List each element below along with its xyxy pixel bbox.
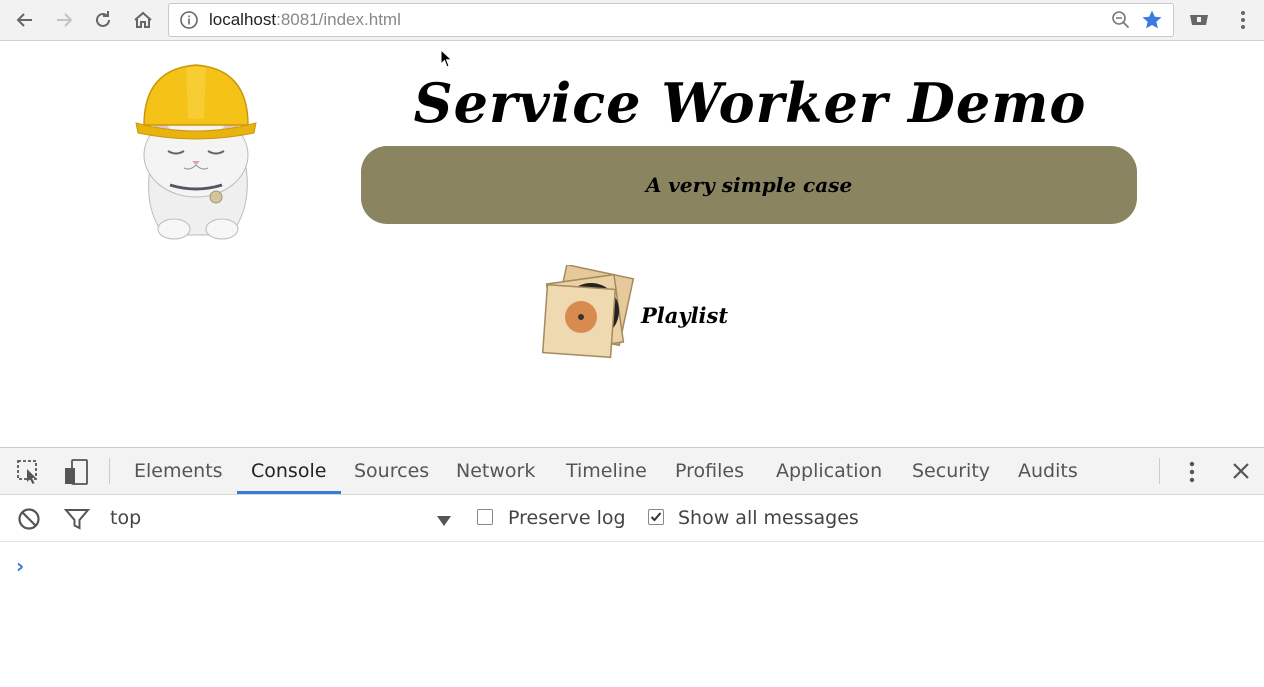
- preserve-log-label: Preserve log: [508, 507, 626, 529]
- back-button[interactable]: [11, 6, 39, 34]
- browser-toolbar: localhost:8081/index.html: [0, 0, 1264, 41]
- devtools-panel: Elements Console Sources Network Timelin…: [0, 447, 1264, 687]
- devtools-close-button[interactable]: [1231, 461, 1251, 485]
- home-button[interactable]: [129, 6, 157, 34]
- toolbar-divider: [109, 458, 110, 484]
- zoom-icon[interactable]: [1109, 8, 1133, 32]
- playlist-link[interactable]: Playlist: [537, 263, 728, 367]
- devtools-menu-button[interactable]: [1189, 461, 1195, 487]
- filter-button[interactable]: [63, 507, 91, 535]
- bookmark-star-icon[interactable]: [1140, 8, 1164, 32]
- tab-sources[interactable]: Sources: [354, 448, 429, 494]
- arrow-left-icon: [16, 13, 32, 27]
- url-path: :8081/index.html: [276, 10, 401, 29]
- tab-elements[interactable]: Elements: [134, 448, 223, 494]
- device-toolbar-button[interactable]: [63, 459, 89, 489]
- home-icon: [134, 11, 152, 28]
- checkmark-icon: [650, 512, 662, 522]
- tab-timeline[interactable]: Timeline: [566, 448, 647, 494]
- inspect-cursor-icon: [17, 460, 37, 484]
- playlist-label: Playlist: [641, 302, 729, 328]
- vinyl-records-icon: [541, 265, 635, 359]
- active-tab-indicator: [237, 491, 341, 494]
- page-subtitle: A very simple case: [645, 173, 853, 197]
- page-viewport: Service Worker Demo A very simple case P…: [0, 41, 1264, 447]
- subtitle-banner: A very simple case: [361, 146, 1137, 224]
- inspect-element-button[interactable]: [16, 459, 42, 489]
- filter-funnel-icon: [63, 509, 91, 530]
- console-prompt[interactable]: ›: [16, 554, 24, 578]
- clear-console-button[interactable]: [17, 507, 41, 535]
- address-bar[interactable]: localhost:8081/index.html: [168, 3, 1174, 37]
- mouse-cursor-icon: [440, 49, 453, 68]
- close-icon: [1233, 463, 1249, 479]
- clear-console-icon: [18, 508, 40, 530]
- preserve-log-checkbox[interactable]: [477, 509, 493, 525]
- show-all-messages-label: Show all messages: [678, 507, 859, 529]
- tab-audits[interactable]: Audits: [1018, 448, 1078, 494]
- forward-button[interactable]: [50, 6, 78, 34]
- page-title: Service Worker Demo: [413, 71, 1087, 135]
- kebab-menu-icon: [1241, 11, 1245, 29]
- browser-menu-button[interactable]: [1229, 6, 1257, 34]
- device-mode-icon: [65, 459, 88, 485]
- dropdown-triangle-icon: [437, 516, 451, 526]
- tab-application[interactable]: Application: [776, 448, 882, 494]
- reload-icon: [96, 11, 110, 27]
- extension-button[interactable]: [1185, 6, 1213, 34]
- tab-console[interactable]: Console: [251, 448, 326, 494]
- devtools-tabbar: Elements Console Sources Network Timelin…: [0, 448, 1264, 495]
- context-selector[interactable]: top: [110, 495, 141, 541]
- url-text: localhost:8081/index.html: [209, 4, 401, 36]
- tab-security[interactable]: Security: [912, 448, 990, 494]
- show-all-messages-checkbox[interactable]: [648, 509, 664, 525]
- context-dropdown-arrow[interactable]: [436, 512, 452, 531]
- tab-network[interactable]: Network: [456, 448, 535, 494]
- url-host: localhost: [209, 10, 277, 29]
- arrow-right-icon: [57, 13, 73, 27]
- console-filter-bar: top Preserve log Show all messages: [0, 495, 1264, 542]
- reload-button[interactable]: [89, 6, 117, 34]
- tab-profiles[interactable]: Profiles: [675, 448, 744, 494]
- cat-hardhat-image: [135, 64, 257, 240]
- extension-icon: [1190, 15, 1208, 25]
- toolbar-divider: [1159, 458, 1160, 484]
- info-icon[interactable]: [177, 8, 201, 32]
- kebab-menu-icon: [1189, 461, 1195, 483]
